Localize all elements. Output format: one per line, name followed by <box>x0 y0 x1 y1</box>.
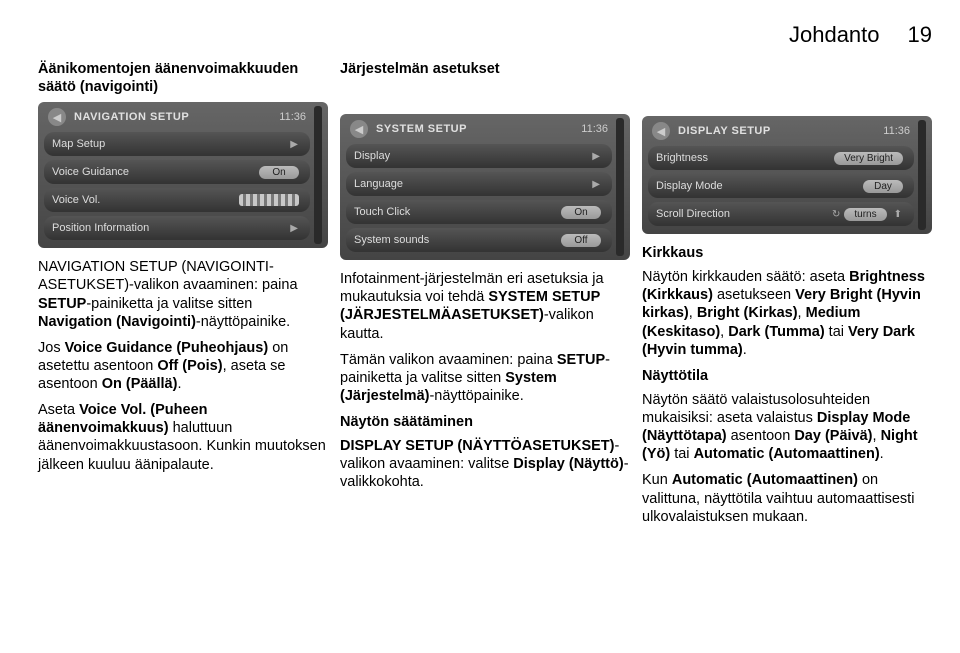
column-3: ◀ DISPLAY SETUP 11:36 Brightness Very Br… <box>642 60 932 534</box>
back-icon: ◀ <box>350 120 368 138</box>
display-mode-pill: Day <box>863 180 903 193</box>
page-header: Johdanto 19 <box>38 22 932 48</box>
disp-row-display-mode: Display Mode Day <box>648 174 914 198</box>
header-title: Johdanto <box>789 22 880 48</box>
system-setup-screenshot: ◀ SYSTEM SETUP 11:36 Display ▶ Language … <box>340 114 630 260</box>
chevron-icon: ▶ <box>286 223 302 234</box>
disp-row-brightness: Brightness Very Bright <box>648 146 914 170</box>
chevron-icon: ▶ <box>588 179 604 190</box>
refresh-icon: ↻ <box>828 209 844 220</box>
row-label: System sounds <box>354 234 561 246</box>
sys-screen-time: 11:36 <box>581 123 608 135</box>
col1-subtitle: Äänikomentojen äänenvoimakkuuden säätö (… <box>38 60 328 96</box>
nav-screen: ◀ NAVIGATION SETUP 11:36 Map Setup ▶ Voi… <box>38 102 328 248</box>
page-number: 19 <box>908 22 932 48</box>
system-sounds-pill: Off <box>561 234 601 247</box>
row-label: Scroll Direction <box>656 208 828 220</box>
row-label: Display <box>354 150 588 162</box>
sys-row-display: Display ▶ <box>346 144 612 168</box>
disp-screen: ◀ DISPLAY SETUP 11:36 Brightness Very Br… <box>642 116 932 234</box>
row-label: Map Setup <box>52 138 286 150</box>
scrollbar <box>616 118 624 256</box>
volume-slider <box>239 194 299 206</box>
nav-row-position-info: Position Information ▶ <box>44 216 310 240</box>
display-setup-screenshot: ◀ DISPLAY SETUP 11:36 Brightness Very Br… <box>642 116 932 234</box>
row-label: Voice Guidance <box>52 166 259 178</box>
col3-p2: Näytön säätö valaistusolosuhteiden mukai… <box>642 391 932 464</box>
col1-p2: Jos Voice Guidance (Puheohjaus) on asete… <box>38 339 328 393</box>
voice-guidance-pill: On <box>259 166 299 179</box>
row-label: Brightness <box>656 152 834 164</box>
col1-p1: NAVIGATION SETUP (NAVIGOINTI-ASETUKSET)-… <box>38 258 328 331</box>
nav-row-voice-guidance: Voice Guidance On <box>44 160 310 184</box>
col1-p3: Aseta Voice Vol. (Puheen äänenvoimakkuus… <box>38 401 328 474</box>
nav-screen-title: NAVIGATION SETUP <box>66 111 279 123</box>
col3-p1: Näytön kirkkauden säätö: aseta Brightnes… <box>642 268 932 359</box>
disp-row-scroll-direction: Scroll Direction ↻ turns ⬆ <box>648 202 914 226</box>
page: Johdanto 19 Äänikomentojen äänenvoimakku… <box>0 0 960 653</box>
nav-row-map-setup: Map Setup ▶ <box>44 132 310 156</box>
row-label: Touch Click <box>354 206 561 218</box>
scrollbar <box>314 106 322 244</box>
scroll-direction-pill: turns <box>844 208 886 221</box>
disp-screen-time: 11:36 <box>883 125 910 137</box>
row-label: Position Information <box>52 222 286 234</box>
brightness-pill: Very Bright <box>834 152 903 165</box>
col2-subtitle: Järjestelmän asetukset <box>340 60 630 78</box>
col2-sub2: Näytön säätäminen <box>340 413 630 431</box>
touch-click-pill: On <box>561 206 601 219</box>
arrow-up-icon: ⬆ <box>890 209 906 220</box>
nav-row-voice-vol: Voice Vol. <box>44 188 310 212</box>
scrollbar <box>918 120 926 230</box>
sys-row-system-sounds: System sounds Off <box>346 228 612 252</box>
columns: Äänikomentojen äänenvoimakkuuden säätö (… <box>38 60 932 534</box>
chevron-icon: ▶ <box>286 139 302 150</box>
column-1: Äänikomentojen äänenvoimakkuuden säätö (… <box>38 60 328 534</box>
col3-sub2: Näyttötila <box>642 367 932 385</box>
nav-screen-time: 11:36 <box>279 111 306 123</box>
back-icon: ◀ <box>48 108 66 126</box>
back-icon: ◀ <box>652 122 670 140</box>
sys-screen: ◀ SYSTEM SETUP 11:36 Display ▶ Language … <box>340 114 630 260</box>
col2-p1: Infotainment-järjestelmän eri asetuksia … <box>340 270 630 343</box>
chevron-icon: ▶ <box>588 151 604 162</box>
col3-p3: Kun Automatic (Automaattinen) on valittu… <box>642 471 932 525</box>
col3-sub1: Kirkkaus <box>642 244 932 262</box>
disp-screen-title: DISPLAY SETUP <box>670 125 883 137</box>
navigation-setup-screenshot: ◀ NAVIGATION SETUP 11:36 Map Setup ▶ Voi… <box>38 102 328 248</box>
sys-row-touch-click: Touch Click On <box>346 200 612 224</box>
col2-p2: Tämän valikon avaaminen: paina SETUP-pai… <box>340 351 630 405</box>
row-label: Language <box>354 178 588 190</box>
column-2: Järjestelmän asetukset ◀ SYSTEM SETUP 11… <box>340 60 630 534</box>
sys-row-language: Language ▶ <box>346 172 612 196</box>
col2-p3: DISPLAY SETUP (NÄYTTÖASETUKSET)-valikon … <box>340 437 630 491</box>
sys-screen-title: SYSTEM SETUP <box>368 123 581 135</box>
row-label: Voice Vol. <box>52 194 239 206</box>
row-label: Display Mode <box>656 180 863 192</box>
